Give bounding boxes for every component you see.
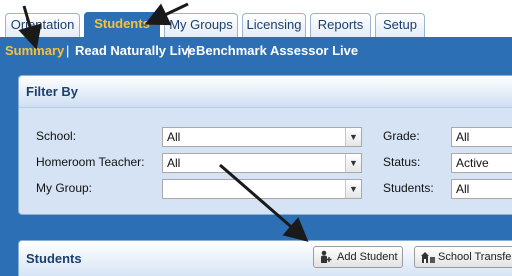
homeroom-teacher-select-value: All <box>167 156 181 170</box>
students-label: Students: <box>383 181 434 195</box>
school-transfer-label: School Transfe <box>438 251 512 263</box>
chevron-down-icon[interactable]: ▼ <box>345 128 361 146</box>
add-student-icon <box>319 250 333 267</box>
tab-students[interactable]: Students <box>84 12 160 38</box>
subnav-separator: | <box>66 43 70 58</box>
status-select[interactable]: Active <box>451 153 512 173</box>
subnav-separator: | <box>187 43 191 58</box>
subnav: Summary | Read Naturally Live | Benchmar… <box>0 37 512 65</box>
status-label: Status: <box>383 155 421 169</box>
chevron-down-icon[interactable]: ▼ <box>345 180 361 198</box>
my-group-label: My Group: <box>36 181 93 195</box>
tab-reports[interactable]: Reports <box>310 13 371 37</box>
status-select-value: Active <box>456 156 489 170</box>
school-transfer-icon <box>420 250 436 267</box>
school-transfer-button[interactable]: School Transfe <box>414 246 512 268</box>
my-group-select[interactable]: ▼ <box>162 179 362 199</box>
tab-orientation[interactable]: Orientation <box>5 13 80 37</box>
school-select[interactable]: All ▼ <box>162 127 362 147</box>
students-select[interactable]: All <box>451 179 512 199</box>
grade-select[interactable]: All <box>451 127 512 147</box>
add-student-label: Add Student <box>337 251 398 263</box>
tab-strip: Orientation Students My Groups Licensing… <box>0 0 512 38</box>
grade-label: Grade: <box>383 129 420 143</box>
students-panel: Students Add Student School Transfe <box>18 240 512 276</box>
filter-panel-title: Filter By <box>19 76 512 108</box>
tab-licensing[interactable]: Licensing <box>242 13 306 37</box>
filter-panel: Filter By School: All ▼ Homeroom Teacher… <box>18 75 512 215</box>
school-select-value: All <box>167 130 181 144</box>
students-panel-title: Students <box>26 251 82 266</box>
subnav-summary[interactable]: Summary <box>5 43 64 58</box>
tab-my-groups[interactable]: My Groups <box>164 13 238 37</box>
add-student-button[interactable]: Add Student <box>313 246 403 268</box>
tab-setup[interactable]: Setup <box>375 13 425 37</box>
subnav-read-naturally-live[interactable]: Read Naturally Live <box>75 43 196 58</box>
grade-select-value: All <box>456 130 470 144</box>
chevron-down-icon[interactable]: ▼ <box>345 154 361 172</box>
subnav-benchmark-assessor-live[interactable]: Benchmark Assessor Live <box>196 43 358 58</box>
school-label: School: <box>36 129 77 143</box>
homeroom-teacher-select[interactable]: All ▼ <box>162 153 362 173</box>
students-select-value: All <box>456 182 470 196</box>
homeroom-teacher-label: Homeroom Teacher: <box>36 155 145 169</box>
